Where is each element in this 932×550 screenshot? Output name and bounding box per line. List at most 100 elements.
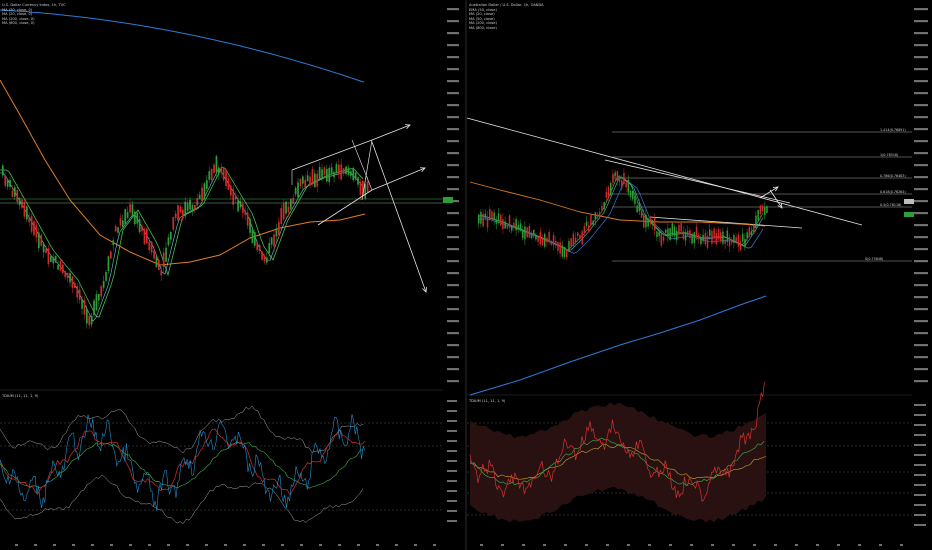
candle <box>621 180 623 189</box>
candle <box>282 203 285 220</box>
price-scale-tick <box>447 80 459 83</box>
candle <box>766 206 768 214</box>
price-scale-tick <box>914 260 928 263</box>
candle <box>165 247 167 262</box>
price-scale-tick <box>914 80 928 83</box>
fib-level-label: 1.414(0.76891) <box>880 128 906 132</box>
candle <box>306 175 309 182</box>
time-axis-tick <box>148 544 151 546</box>
candle <box>280 208 283 224</box>
candle <box>100 286 103 297</box>
candle <box>522 230 524 239</box>
candle <box>220 167 223 173</box>
price-scale-tick <box>447 140 459 143</box>
candle <box>38 232 40 249</box>
fib-level-label: 0(0.75848) <box>865 257 883 261</box>
candle <box>737 234 740 247</box>
candle <box>357 177 359 185</box>
price-scale-tick <box>914 92 928 95</box>
price-scale-tick <box>914 8 928 11</box>
price-scale-tick <box>914 236 928 239</box>
price-scale-tick <box>447 212 459 215</box>
price-scale-tick <box>914 320 928 323</box>
candle <box>555 240 557 246</box>
candle <box>239 201 242 208</box>
candle <box>682 231 685 239</box>
candle <box>184 201 187 217</box>
price-scale-tick <box>447 368 459 371</box>
candle <box>504 221 506 229</box>
chart-canvas[interactable]: 1.414(0.76891) 1(0.76518) 0.786(0.76483) 0.… <box>0 0 932 550</box>
indicator-scale-tick <box>447 430 457 432</box>
price-scale-tick <box>447 92 459 95</box>
candle <box>603 202 605 209</box>
indicator-scale-tick <box>447 420 457 422</box>
candle <box>486 216 489 228</box>
candle <box>203 183 206 200</box>
indicator-scale-tick <box>914 514 926 516</box>
price-scale-tick <box>914 152 928 155</box>
price-scale-tick <box>914 188 928 191</box>
indicator-scale-tick <box>914 484 926 486</box>
candle <box>588 225 590 233</box>
indicator-scale-tick <box>914 404 926 406</box>
time-axis-tick <box>224 544 227 546</box>
candle <box>636 205 638 213</box>
indicator-scale-tick <box>914 474 926 476</box>
candle <box>138 219 141 233</box>
candle <box>634 195 636 205</box>
candle <box>54 255 57 263</box>
candle <box>314 173 316 188</box>
time-axis-tick <box>53 544 56 546</box>
indicator-scale-tick <box>447 480 457 482</box>
time-axis-tick <box>669 544 672 546</box>
price-scale-tick <box>447 308 459 311</box>
ma-price-marker <box>904 212 914 217</box>
candle <box>270 237 273 245</box>
indicator-scale-tick <box>914 424 926 426</box>
price-scale-tick <box>914 332 928 335</box>
candle <box>62 264 64 273</box>
candle <box>550 241 553 245</box>
candle <box>649 218 652 224</box>
price-scale-tick <box>914 164 928 167</box>
left-indicator-title: TDIUM (11, 11, 1, 9) <box>2 394 39 398</box>
candle <box>189 199 191 210</box>
right-indicator-title: TDIUM (11, 11, 1, 9) <box>469 399 506 403</box>
price-scale-tick <box>447 8 459 11</box>
candle <box>78 289 81 300</box>
candle <box>71 276 74 288</box>
candle <box>26 206 28 220</box>
candle <box>596 214 599 218</box>
candle <box>107 256 110 272</box>
time-axis-tick <box>501 544 504 546</box>
candle <box>519 223 522 231</box>
candle <box>480 212 482 224</box>
candle <box>242 204 244 213</box>
candle <box>246 212 249 226</box>
candle <box>695 226 698 238</box>
candle <box>86 308 88 324</box>
candle <box>478 215 480 224</box>
candle <box>592 220 594 226</box>
time-axis-tick <box>72 544 75 546</box>
time-axis-tick <box>837 544 840 546</box>
candle <box>599 212 601 218</box>
indicator-scale-tick <box>914 454 926 456</box>
candle <box>739 241 742 251</box>
candle <box>764 207 766 216</box>
candle <box>186 203 189 211</box>
candle <box>651 219 654 225</box>
indicator-scale-tick <box>447 500 457 502</box>
time-axis-tick <box>243 544 246 546</box>
indicator-scale-tick <box>914 524 926 526</box>
candle <box>30 216 33 232</box>
indicator-scale-tick <box>914 414 926 416</box>
candle <box>50 256 52 262</box>
candle <box>568 241 570 253</box>
indicator-scale-tick <box>447 400 457 402</box>
candle <box>711 230 713 244</box>
candle <box>98 293 100 301</box>
indicator-scale-tick <box>914 494 926 496</box>
candle <box>64 271 67 278</box>
